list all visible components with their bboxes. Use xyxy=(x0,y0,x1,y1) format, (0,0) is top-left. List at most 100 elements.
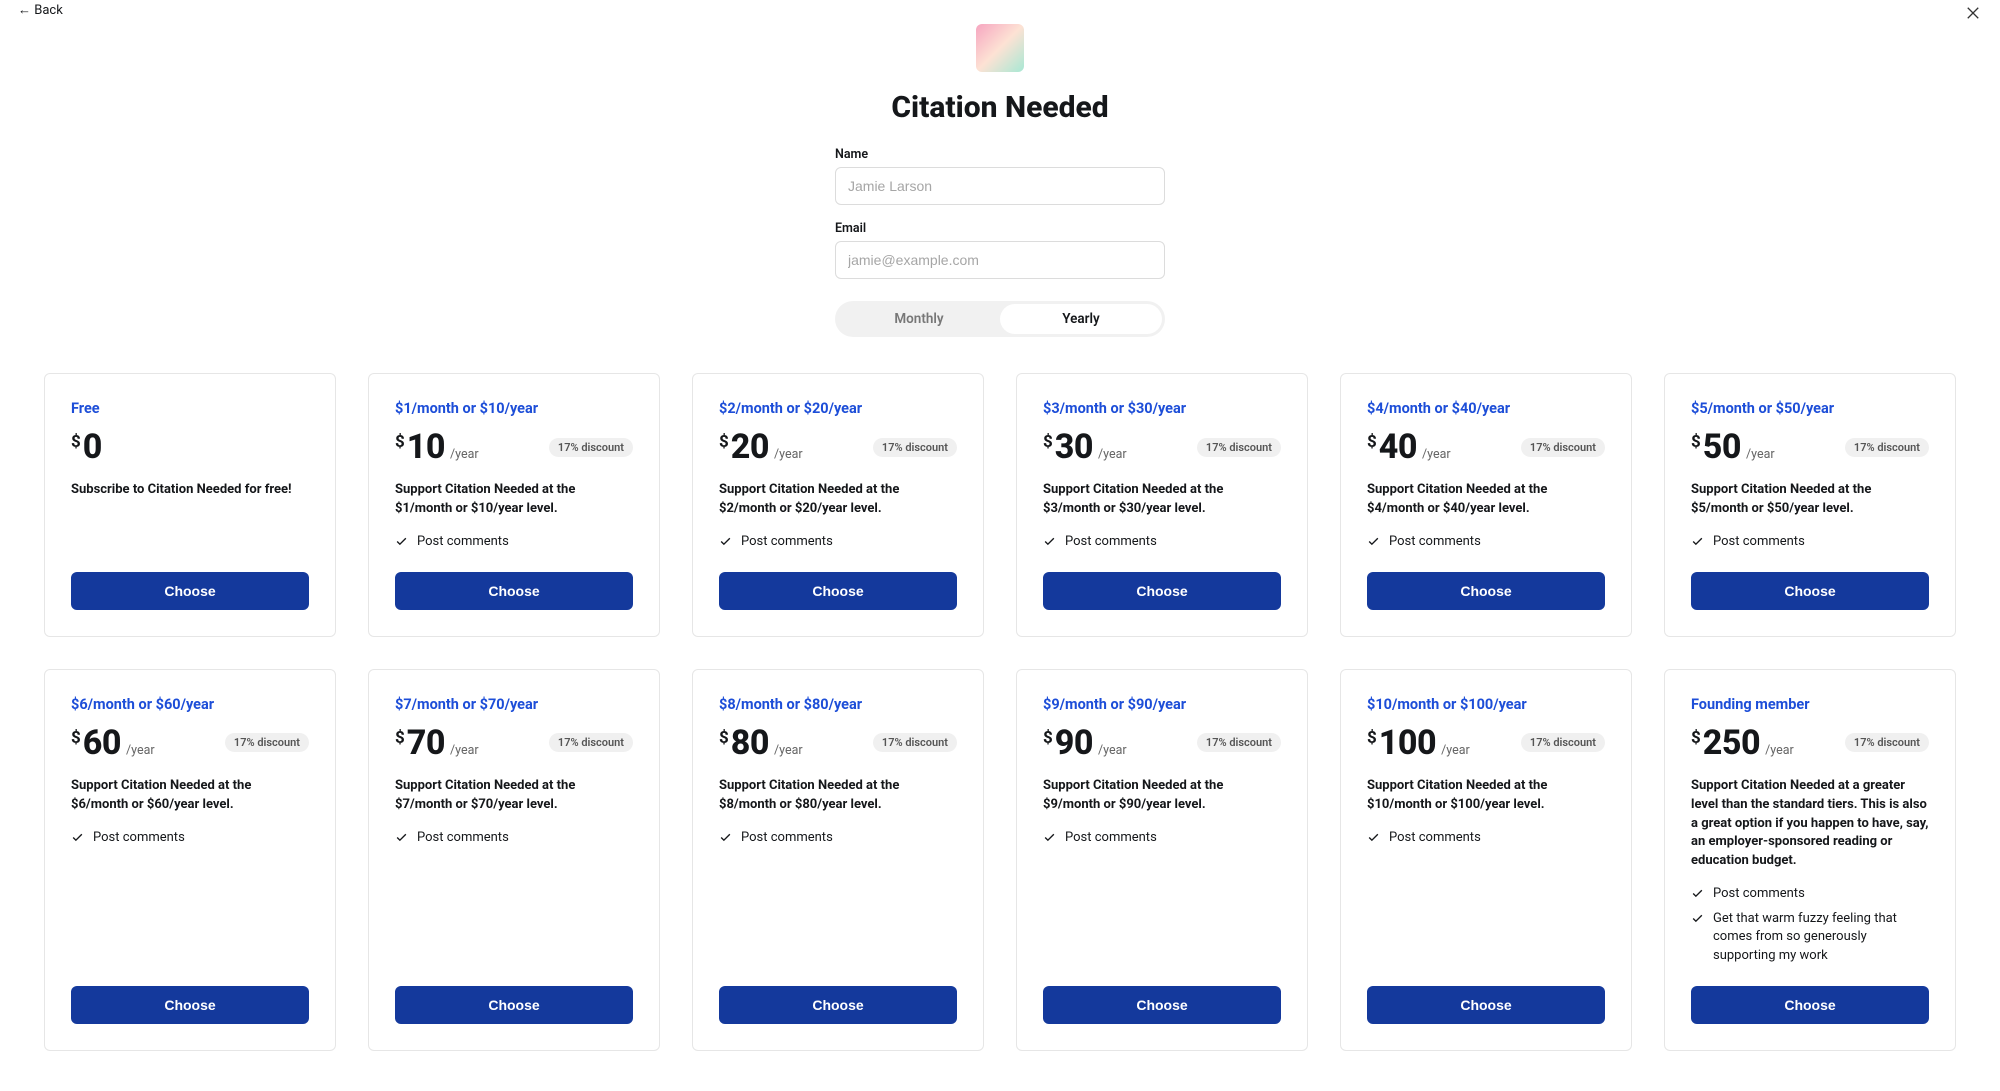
plan-card: $1/month or $10/year$10/year17% discount… xyxy=(368,373,660,637)
price-amount: 80 xyxy=(731,723,769,763)
currency-symbol: $ xyxy=(719,432,729,452)
plan-description: Support Citation Needed at the $2/month … xyxy=(719,481,957,519)
choose-button[interactable]: Choose xyxy=(719,572,957,610)
plan-title: $6/month or $60/year xyxy=(71,696,309,713)
plan-title: $1/month or $10/year xyxy=(395,400,633,417)
close-button[interactable] xyxy=(1964,4,1982,26)
back-link[interactable]: ← Back xyxy=(18,2,63,18)
discount-badge: 17% discount xyxy=(873,733,957,752)
choose-button[interactable]: Choose xyxy=(395,572,633,610)
price-period: /year xyxy=(1746,447,1775,462)
toggle-yearly[interactable]: Yearly xyxy=(1000,304,1162,334)
currency-symbol: $ xyxy=(1691,432,1701,452)
plan-feature: Post comments xyxy=(1367,829,1605,847)
plan-feature-text: Post comments xyxy=(1713,885,1805,903)
plan-feature-text: Post comments xyxy=(93,829,185,847)
name-input[interactable] xyxy=(835,167,1165,205)
price-amount: 100 xyxy=(1379,723,1436,763)
price-amount: 70 xyxy=(407,723,445,763)
plan-title: $10/month or $100/year xyxy=(1367,696,1605,713)
choose-button[interactable]: Choose xyxy=(1367,986,1605,1024)
price-period: /year xyxy=(126,743,155,758)
discount-badge: 17% discount xyxy=(1197,733,1281,752)
plan-description: Support Citation Needed at the $3/month … xyxy=(1043,481,1281,519)
plan-card: $10/month or $100/year$100/year17% disco… xyxy=(1340,669,1632,1051)
price-period: /year xyxy=(450,447,479,462)
price-period: /year xyxy=(774,743,803,758)
email-input[interactable] xyxy=(835,241,1165,279)
plan-feature: Post comments xyxy=(395,533,633,551)
currency-symbol: $ xyxy=(1043,728,1053,748)
check-icon xyxy=(1367,831,1380,844)
plan-feature-text: Post comments xyxy=(1389,533,1481,551)
plan-description: Support Citation Needed at the $9/month … xyxy=(1043,777,1281,815)
check-icon xyxy=(1367,535,1380,548)
discount-badge: 17% discount xyxy=(1845,733,1929,752)
plan-feature: Get that warm fuzzy feeling that comes f… xyxy=(1691,910,1929,965)
plan-feature: Post comments xyxy=(71,829,309,847)
price-amount: 250 xyxy=(1703,723,1760,763)
discount-badge: 17% discount xyxy=(1845,438,1929,457)
plan-feature: Post comments xyxy=(1691,533,1929,551)
plan-feature: Post comments xyxy=(719,829,957,847)
currency-symbol: $ xyxy=(719,728,729,748)
check-icon xyxy=(719,535,732,548)
plan-price: $250/year xyxy=(1691,723,1794,763)
plan-title: Founding member xyxy=(1691,696,1929,713)
choose-button[interactable]: Choose xyxy=(1691,986,1929,1024)
plan-description: Support Citation Needed at the $6/month … xyxy=(71,777,309,815)
price-amount: 0 xyxy=(83,427,102,467)
plan-title: $3/month or $30/year xyxy=(1043,400,1281,417)
plan-price: $80/year xyxy=(719,723,803,763)
plan-feature: Post comments xyxy=(1691,885,1929,903)
plan-price: $70/year xyxy=(395,723,479,763)
plan-feature: Post comments xyxy=(719,533,957,551)
plan-feature-text: Post comments xyxy=(417,829,509,847)
price-period: /year xyxy=(1441,743,1470,758)
check-icon xyxy=(395,535,408,548)
plan-price: $60/year xyxy=(71,723,155,763)
plan-price: $40/year xyxy=(1367,427,1451,467)
choose-button[interactable]: Choose xyxy=(719,986,957,1024)
currency-symbol: $ xyxy=(1367,432,1377,452)
discount-badge: 17% discount xyxy=(549,438,633,457)
plan-card: $4/month or $40/year$40/year17% discount… xyxy=(1340,373,1632,637)
choose-button[interactable]: Choose xyxy=(1367,572,1605,610)
choose-button[interactable]: Choose xyxy=(1043,572,1281,610)
discount-badge: 17% discount xyxy=(873,438,957,457)
price-period: /year xyxy=(450,743,479,758)
plan-title: Free xyxy=(71,400,309,417)
plan-card: $8/month or $80/year$80/year17% discount… xyxy=(692,669,984,1051)
currency-symbol: $ xyxy=(1043,432,1053,452)
plan-title: $9/month or $90/year xyxy=(1043,696,1281,713)
price-amount: 10 xyxy=(407,427,445,467)
plan-card: Free$0Subscribe to Citation Needed for f… xyxy=(44,373,336,637)
choose-button[interactable]: Choose xyxy=(395,986,633,1024)
plan-description: Support Citation Needed at a greater lev… xyxy=(1691,777,1929,871)
plan-description: Support Citation Needed at the $10/month… xyxy=(1367,777,1605,815)
currency-symbol: $ xyxy=(1367,728,1377,748)
choose-button[interactable]: Choose xyxy=(71,572,309,610)
toggle-monthly[interactable]: Monthly xyxy=(838,304,1000,334)
discount-badge: 17% discount xyxy=(1521,438,1605,457)
plan-feature-text: Get that warm fuzzy feeling that comes f… xyxy=(1713,910,1929,965)
price-period: /year xyxy=(1422,447,1451,462)
plan-feature-text: Post comments xyxy=(1389,829,1481,847)
price-amount: 40 xyxy=(1379,427,1417,467)
plan-price: $50/year xyxy=(1691,427,1775,467)
choose-button[interactable]: Choose xyxy=(71,986,309,1024)
choose-button[interactable]: Choose xyxy=(1043,986,1281,1024)
plan-description: Support Citation Needed at the $1/month … xyxy=(395,481,633,519)
check-icon xyxy=(1043,535,1056,548)
plan-description: Support Citation Needed at the $4/month … xyxy=(1367,481,1605,519)
discount-badge: 17% discount xyxy=(549,733,633,752)
plan-card: $3/month or $30/year$30/year17% discount… xyxy=(1016,373,1308,637)
plan-price: $0 xyxy=(71,427,102,467)
choose-button[interactable]: Choose xyxy=(1691,572,1929,610)
price-amount: 50 xyxy=(1703,427,1741,467)
plan-feature-text: Post comments xyxy=(1713,533,1805,551)
plan-title: $5/month or $50/year xyxy=(1691,400,1929,417)
plan-card: Founding member $250/year 17% discount Supp… xyxy=(1664,669,1956,1051)
plan-price: $20/year xyxy=(719,427,803,467)
price-period: /year xyxy=(1098,743,1127,758)
